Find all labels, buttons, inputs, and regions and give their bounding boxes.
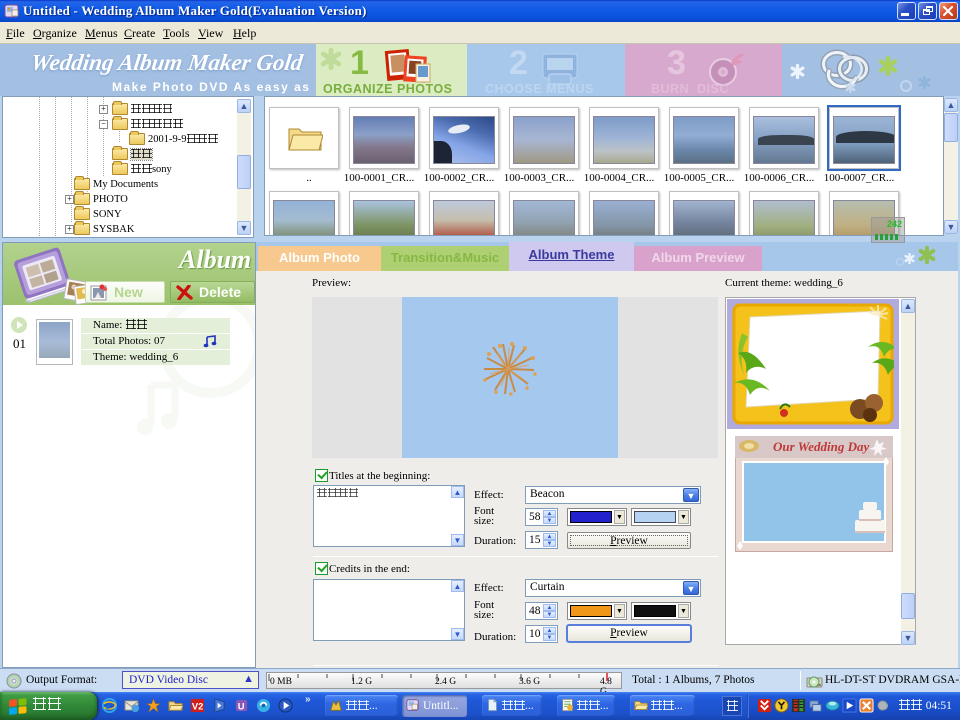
svg-text:U: U (238, 701, 245, 711)
svg-text:Our Wedding Day: Our Wedding Day (773, 439, 870, 454)
svg-text:e: e (106, 701, 111, 712)
svg-text:V2: V2 (192, 701, 203, 711)
